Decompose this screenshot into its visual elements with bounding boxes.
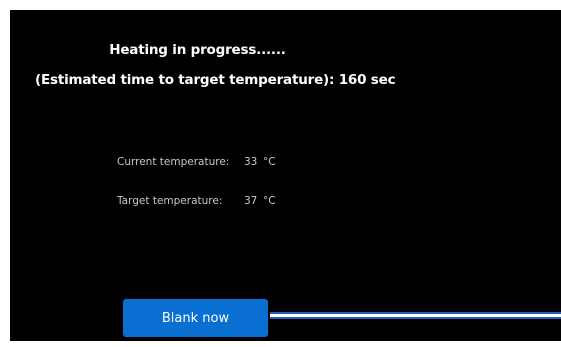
- status-title: Heating in progress......: [109, 42, 286, 58]
- target-temperature-value: 37: [244, 195, 258, 207]
- heating-screen: Heating in progress...... (Estimated tim…: [10, 10, 561, 341]
- estimated-time-text: (Estimated time to target temperature): …: [35, 72, 396, 88]
- connector-highlight: [270, 314, 561, 317]
- current-temperature-label: Current temperature:: [117, 156, 230, 168]
- current-temperature-value: 33: [244, 156, 258, 168]
- current-temperature-unit: °C: [263, 156, 276, 168]
- blank-now-button[interactable]: Blank now: [123, 299, 268, 337]
- progress-connector-line: [270, 312, 561, 319]
- target-temperature-label: Target temperature:: [117, 195, 223, 207]
- target-temperature-unit: °C: [263, 195, 276, 207]
